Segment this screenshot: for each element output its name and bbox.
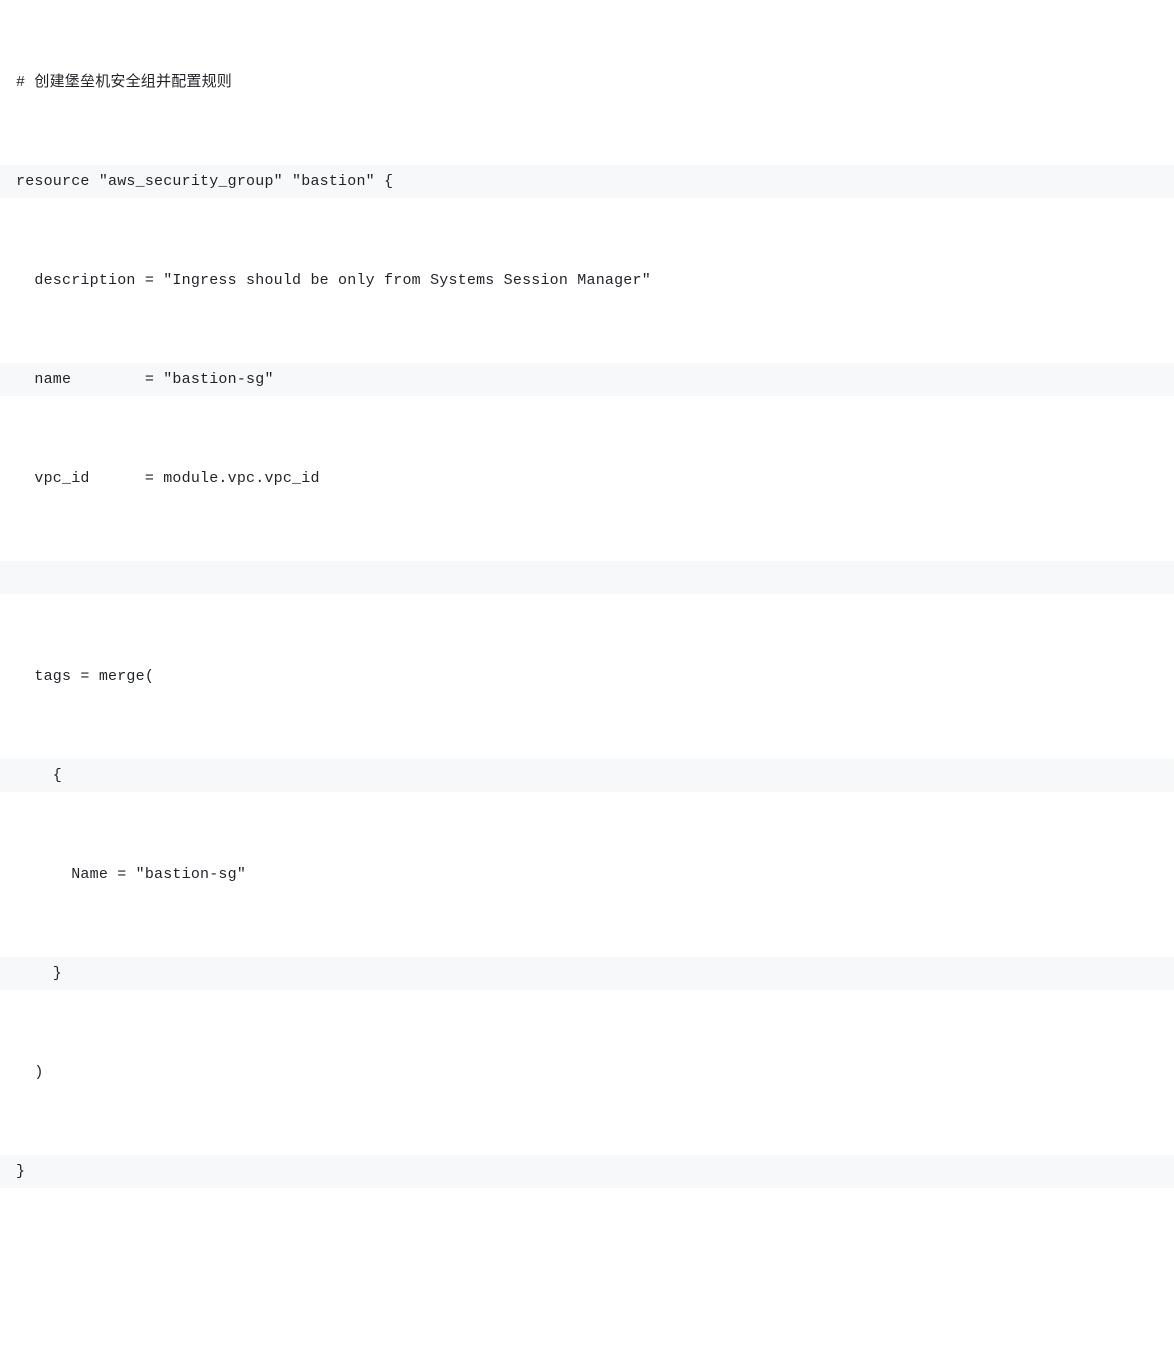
code-line: name = "bastion-sg" — [0, 363, 1174, 396]
code-text: description = "Ingress should be only fr… — [16, 264, 651, 297]
code-line: # 创建堡垒机安全组并配置规则 — [0, 66, 1174, 99]
code-text: Name = "bastion-sg" — [16, 858, 246, 891]
code-text: } — [16, 1155, 25, 1188]
code-line: resource "aws_security_group" "bastion" … — [0, 165, 1174, 198]
code-block: # 创建堡垒机安全组并配置规则 resource "aws_security_g… — [0, 0, 1174, 1348]
code-line — [0, 1254, 1174, 1287]
code-line: description = "Ingress should be only fr… — [0, 264, 1174, 297]
code-line — [0, 561, 1174, 594]
code-line: } — [0, 957, 1174, 990]
code-text: } — [16, 957, 62, 990]
code-text: resource "aws_security_group" "bastion" … — [16, 165, 393, 198]
code-line: ) — [0, 1056, 1174, 1089]
code-text: ) — [16, 1056, 44, 1089]
code-line: } — [0, 1155, 1174, 1188]
code-text: name = "bastion-sg" — [16, 363, 274, 396]
code-line: tags = merge( — [0, 660, 1174, 693]
code-text: tags = merge( — [16, 660, 154, 693]
code-line: vpc_id = module.vpc.vpc_id — [0, 462, 1174, 495]
code-text: { — [16, 759, 62, 792]
code-line: Name = "bastion-sg" — [0, 858, 1174, 891]
code-text: vpc_id = module.vpc.vpc_id — [16, 462, 320, 495]
code-line: { — [0, 759, 1174, 792]
code-text: # 创建堡垒机安全组并配置规则 — [16, 66, 232, 99]
